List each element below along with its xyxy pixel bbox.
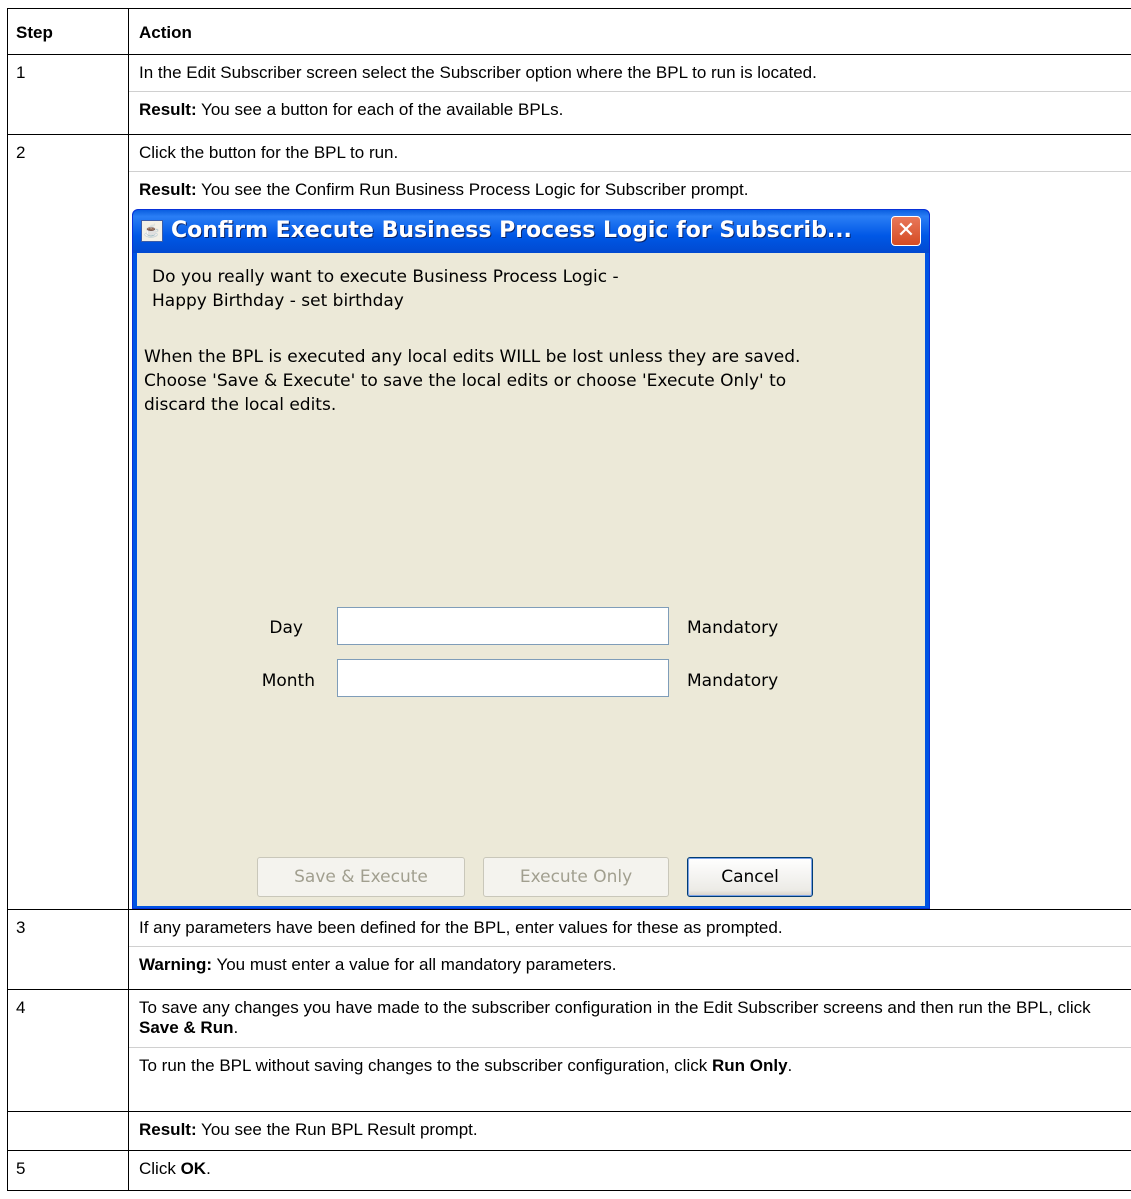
cancel-button[interactable]: Cancel [687, 856, 813, 897]
step-number: 3 [7, 908, 129, 990]
dialog-body: Do you really want to execute Business P… [137, 252, 925, 906]
warning-line-2: Choose 'Save & Execute' to save the loca… [144, 370, 787, 391]
table-row: 4 To save any changes you have made to t… [7, 988, 1131, 1112]
warning-line-1: When the BPL is executed any local edits… [144, 346, 801, 367]
action-text: If any parameters have been defined for … [139, 917, 783, 937]
step-header: Step [7, 8, 129, 55]
action-text: To save any changes you have made to the… [139, 997, 1091, 1038]
question-line-1: Do you really want to execute Business P… [152, 266, 619, 287]
action-cell: In the Edit Subscriber screen select the… [128, 54, 1131, 135]
step-number: 2 [7, 134, 129, 910]
table-row: 1 In the Edit Subscriber screen select t… [7, 54, 1131, 135]
month-input[interactable] [337, 658, 669, 697]
action-cell: Click the button for the BPL to run. Res… [128, 134, 1131, 910]
confirm-dialog: ☕ Confirm Execute Business Process Logic… [132, 208, 930, 909]
save-execute-button[interactable]: Save & Execute [257, 856, 465, 897]
action-text: Click OK. [139, 1158, 211, 1178]
table-row: 2 Click the button for the BPL to run. R… [7, 134, 1131, 910]
day-label: Day [269, 617, 303, 638]
dialog-titlebar: ☕ Confirm Execute Business Process Logic… [133, 209, 929, 253]
result-text: Result: You see the Confirm Run Business… [129, 171, 1131, 200]
warning-text: Warning: You must enter a value for all … [129, 946, 1131, 983]
result-text: Result: You see a button for each of the… [129, 91, 1131, 128]
question-line-2: Happy Birthday - set birthday [152, 290, 404, 311]
table-row: 3 If any parameters have been defined fo… [7, 908, 1131, 990]
step-number [7, 1110, 129, 1151]
java-cup-icon: ☕ [141, 220, 163, 243]
action-cell: To save any changes you have made to the… [128, 988, 1131, 1112]
table-row: 5 Click OK. [7, 1149, 1131, 1191]
action-text: Click the button for the BPL to run. [139, 143, 399, 162]
step-number: 1 [7, 54, 129, 135]
result-text: Result: You see the Run BPL Result promp… [139, 1119, 478, 1139]
close-icon[interactable]: ✕ [891, 216, 921, 247]
procedure-table: Step Action 1 In the Edit Subscriber scr… [7, 8, 1131, 1191]
action-text: In the Edit Subscriber screen select the… [139, 63, 817, 82]
action-text-alt: To run the BPL without saving changes to… [129, 1046, 1131, 1084]
month-mandatory-note: Mandatory [687, 670, 779, 691]
step-number: 5 [7, 1149, 129, 1191]
action-header: Action [128, 8, 1131, 55]
dialog-title: Confirm Execute Business Process Logic f… [171, 218, 852, 244]
month-label: Month [261, 670, 315, 691]
execute-only-button[interactable]: Execute Only [483, 856, 669, 897]
table-row: Result: You see the Run BPL Result promp… [7, 1110, 1131, 1151]
action-cell: If any parameters have been defined for … [128, 908, 1131, 990]
step-number: 4 [7, 988, 129, 1112]
action-cell: Click OK. [128, 1149, 1131, 1191]
warning-line-3: discard the local edits. [144, 394, 337, 415]
action-cell: Result: You see the Run BPL Result promp… [128, 1110, 1131, 1151]
dialog-screenshot: ☕ Confirm Execute Business Process Logic… [129, 201, 1131, 909]
day-mandatory-note: Mandatory [687, 617, 779, 638]
day-input[interactable] [337, 606, 669, 645]
